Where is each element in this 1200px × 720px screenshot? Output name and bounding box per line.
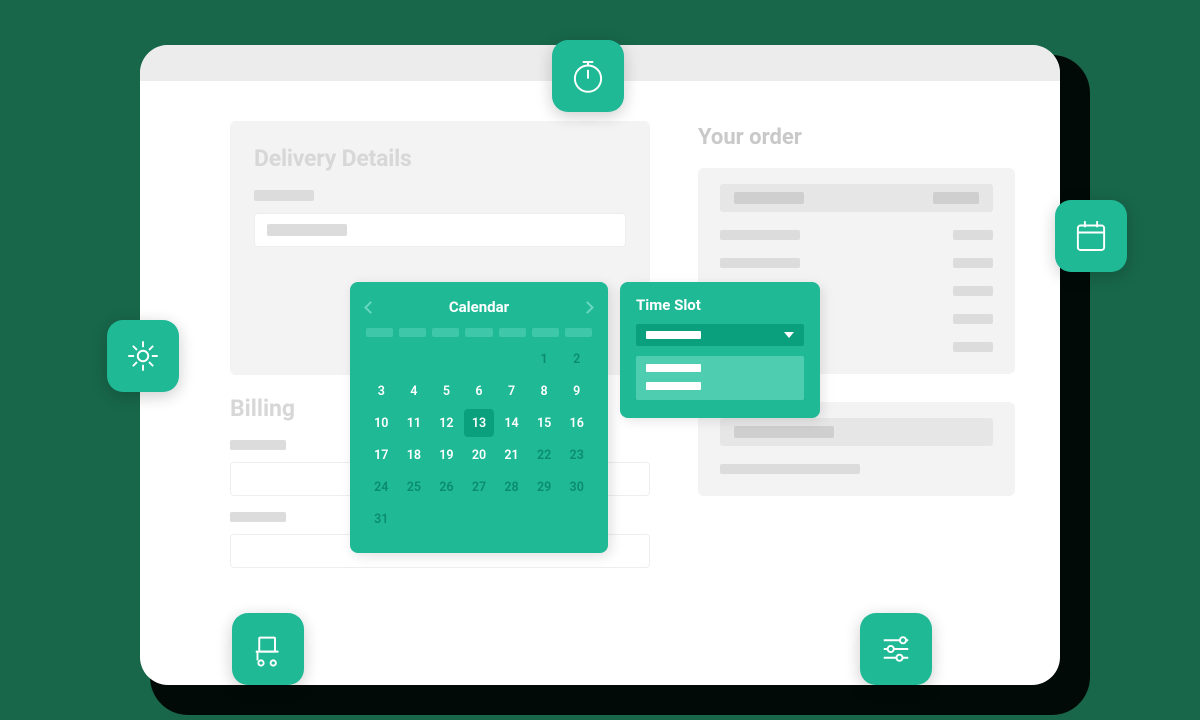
calendar-day[interactable]: 6 [464,377,495,405]
calendar-day[interactable]: 13 [464,409,495,437]
timeslot-selected-placeholder [646,331,701,339]
timeslot-option[interactable] [646,364,701,372]
order-header-row [720,184,993,212]
calendar-day[interactable]: 9 [561,377,592,405]
your-order-title: Your order [698,125,1015,150]
timer-icon [552,40,624,112]
calendar-day[interactable]: 23 [561,441,592,469]
calendar-popover: Calendar 1234567891011121314151617181920… [350,282,608,553]
field-label-placeholder [254,190,314,201]
order-line-item [720,258,993,268]
calendar-day[interactable]: 19 [431,441,462,469]
sliders-icon [860,613,932,685]
calendar-grid: 1234567891011121314151617181920212223242… [366,345,592,533]
calendar-day[interactable]: 21 [496,441,527,469]
calendar-day[interactable]: 4 [399,377,430,405]
chevron-down-icon [784,332,794,338]
calendar-day[interactable]: 22 [529,441,560,469]
calendar-day [399,345,430,373]
calendar-day[interactable]: 30 [561,473,592,501]
calendar-day[interactable]: 28 [496,473,527,501]
calendar-icon [1055,200,1127,272]
order-line-item [720,230,993,240]
calendar-day[interactable]: 26 [431,473,462,501]
chevron-left-icon[interactable] [364,301,377,314]
timeslot-options-list [636,356,804,400]
billing-title: Billing [230,395,295,422]
timeslot-popover: Time Slot [620,282,820,418]
calendar-day[interactable]: 31 [366,505,397,533]
chevron-right-icon[interactable] [581,301,594,314]
calendar-day [366,345,397,373]
calendar-day[interactable]: 24 [366,473,397,501]
calendar-day[interactable]: 15 [529,409,560,437]
delivery-details-title: Delivery Details [254,145,626,172]
calendar-day[interactable]: 3 [366,377,397,405]
input-value-placeholder [267,224,347,236]
calendar-day[interactable]: 20 [464,441,495,469]
calendar-day[interactable]: 14 [496,409,527,437]
timeslot-option[interactable] [646,382,701,390]
calendar-day[interactable]: 8 [529,377,560,405]
order-header-row [720,418,993,446]
cart-icon [232,613,304,685]
calendar-day[interactable]: 16 [561,409,592,437]
calendar-day[interactable]: 11 [399,409,430,437]
calendar-day[interactable]: 18 [399,441,430,469]
timeslot-title: Time Slot [636,296,804,314]
calendar-title: Calendar [449,298,509,316]
calendar-day[interactable]: 17 [366,441,397,469]
calendar-day[interactable]: 27 [464,473,495,501]
calendar-day [496,345,527,373]
calendar-day[interactable]: 29 [529,473,560,501]
calendar-day[interactable]: 1 [529,345,560,373]
calendar-day[interactable]: 2 [561,345,592,373]
calendar-day [431,345,462,373]
calendar-day[interactable]: 10 [366,409,397,437]
calendar-day[interactable]: 25 [399,473,430,501]
calendar-day[interactable]: 5 [431,377,462,405]
timeslot-select[interactable] [636,324,804,346]
calendar-day[interactable]: 12 [431,409,462,437]
calendar-weekday-row [366,328,592,337]
delivery-input[interactable] [254,213,626,247]
calendar-day [464,345,495,373]
order-line-item [720,464,993,474]
calendar-day[interactable]: 7 [496,377,527,405]
gear-icon [107,320,179,392]
